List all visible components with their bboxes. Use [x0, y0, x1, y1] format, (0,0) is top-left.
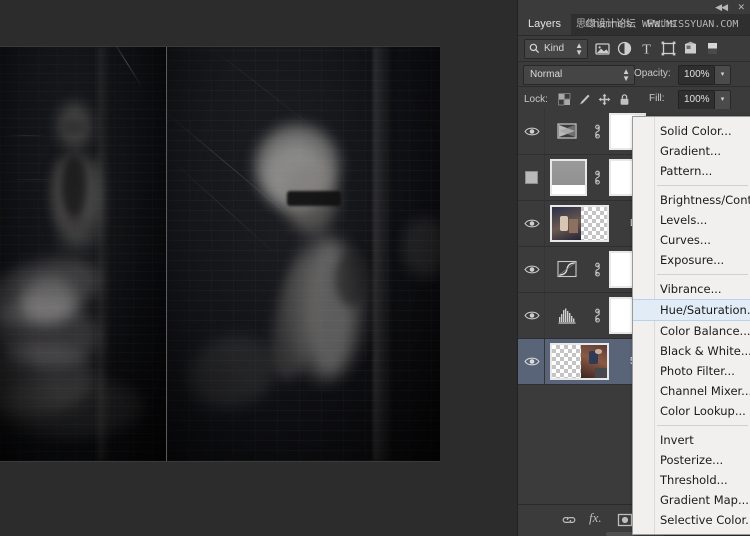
menu-separator: [657, 425, 748, 426]
photo-right: [167, 47, 440, 461]
fill-dropdown-icon[interactable]: ▾: [715, 90, 731, 110]
menu-item-posterize[interactable]: Posterize...: [633, 450, 750, 470]
divider: [544, 293, 545, 338]
opacity-label: Opacity:: [634, 68, 671, 79]
divider: [544, 155, 545, 200]
image-canvas[interactable]: [0, 47, 439, 461]
layer-visibility-icon[interactable]: [524, 309, 540, 322]
curves-icon[interactable]: [555, 258, 579, 280]
layer-visibility-icon[interactable]: [524, 355, 540, 368]
layer-visibility-icon[interactable]: [524, 263, 540, 276]
canvas-pane-left[interactable]: [0, 47, 166, 461]
divider: [544, 339, 545, 384]
link-icon[interactable]: [592, 170, 603, 185]
gradient-map-icon[interactable]: [555, 120, 579, 142]
chevron-updown-icon[interactable]: ▲▼: [622, 68, 630, 82]
photo-thumbnail[interactable]: [550, 205, 609, 242]
filter-kind-select[interactable]: Kind ▲▼: [524, 39, 588, 59]
menu-item-hue-saturation[interactable]: Hue/Saturation...: [633, 299, 750, 321]
photo-thumbnail[interactable]: [550, 343, 609, 380]
menu-item-curves[interactable]: Curves...: [633, 230, 750, 250]
add-layer-mask-icon[interactable]: [617, 513, 633, 530]
vignette-right: [167, 47, 440, 461]
close-icon[interactable]: ✕: [737, 1, 744, 13]
menu-item-invert[interactable]: Invert: [633, 430, 750, 450]
chevron-updown-icon[interactable]: ▲▼: [575, 42, 583, 56]
link-icon[interactable]: [592, 262, 603, 277]
smart-object-filter-icon[interactable]: [682, 40, 699, 57]
layer-visibility-icon[interactable]: [524, 217, 540, 230]
menu-item-photo-filter[interactable]: Photo Filter...: [633, 361, 750, 381]
fill-input[interactable]: 100%: [678, 90, 715, 110]
layer-visibility-icon[interactable]: [524, 125, 540, 138]
layer-visibility-icon[interactable]: [525, 171, 538, 184]
lock-label: Lock:: [524, 94, 548, 105]
menu-item-selective-color[interactable]: Selective Color...: [633, 510, 750, 530]
menu-item-black-and-white[interactable]: Black & White...: [633, 341, 750, 361]
menu-separator: [657, 274, 748, 275]
collapse-double-arrow-icon[interactable]: ◀◀: [715, 1, 727, 13]
tab-layers[interactable]: Layers: [518, 14, 571, 35]
tab-paths[interactable]: Paths: [637, 14, 685, 35]
panel-tab-row: Layers Channels Paths 思缘设计论坛 WWW.MISSYUA…: [518, 14, 750, 36]
menu-item-exposure[interactable]: Exposure...: [633, 250, 750, 270]
panel-title-bar: ◀◀ ✕: [518, 0, 750, 14]
menu-item-gradient-map[interactable]: Gradient Map...: [633, 490, 750, 510]
layer-style-fx-icon[interactable]: fx.: [589, 510, 602, 526]
document-area: [0, 0, 517, 536]
menu-item-gradient[interactable]: Gradient...: [633, 141, 750, 161]
svg-text:T: T: [642, 43, 651, 58]
lock-image-pixels-icon[interactable]: [578, 93, 591, 106]
menu-item-color-balance[interactable]: Color Balance...: [633, 321, 750, 341]
link-layers-icon[interactable]: [561, 513, 577, 530]
blend-mode-row: Normal ▲▼ Opacity: 100% ▾: [518, 62, 750, 87]
opacity-dropdown-icon[interactable]: ▾: [715, 65, 731, 85]
search-icon: [529, 43, 540, 61]
lock-position-icon[interactable]: [598, 93, 611, 106]
levels-icon[interactable]: [555, 304, 579, 326]
divider: [544, 109, 545, 154]
photoshop-window: ◀◀ ✕ Layers Channels Paths 思缘设计论坛 WWW.MI…: [0, 0, 750, 536]
shape-filter-icon[interactable]: [660, 40, 677, 57]
new-adjustment-layer-menu[interactable]: Solid Color... Gradient... Pattern... Br…: [632, 116, 750, 535]
filter-toggle-icon[interactable]: [707, 40, 724, 57]
type-filter-icon[interactable]: T: [638, 40, 655, 57]
link-icon[interactable]: [592, 124, 603, 139]
menu-item-threshold[interactable]: Threshold...: [633, 470, 750, 490]
blend-mode-value: Normal: [530, 69, 562, 80]
tab-channels[interactable]: Channels: [575, 14, 641, 35]
menu-item-solid-color[interactable]: Solid Color...: [633, 121, 750, 141]
divider: [544, 247, 545, 292]
menu-item-channel-mixer[interactable]: Channel Mixer...: [633, 381, 750, 401]
link-icon[interactable]: [592, 308, 603, 323]
photo-left: [0, 47, 166, 461]
fx-label: fx.: [589, 510, 602, 525]
menu-item-vibrance[interactable]: Vibrance...: [633, 279, 750, 299]
opacity-input[interactable]: 100%: [678, 65, 715, 85]
menu-item-brightness-contrast[interactable]: Brightness/Contrast...: [633, 190, 750, 210]
menu-item-levels[interactable]: Levels...: [633, 210, 750, 230]
filter-kind-label: Kind: [544, 40, 564, 58]
gradient-fill-thumbnail[interactable]: [550, 159, 587, 196]
divider: [544, 201, 545, 246]
canvas-pane-right[interactable]: [166, 47, 440, 461]
lock-transparent-pixels-icon[interactable]: [558, 93, 571, 106]
fill-label: Fill:: [649, 93, 665, 104]
layer-filter-row: Kind ▲▼ T: [518, 36, 750, 62]
menu-separator: [657, 185, 748, 186]
menu-item-pattern[interactable]: Pattern...: [633, 161, 750, 181]
menu-item-color-lookup[interactable]: Color Lookup...: [633, 401, 750, 421]
lock-all-icon[interactable]: [618, 93, 631, 106]
image-filter-icon[interactable]: [594, 40, 611, 57]
blend-mode-select[interactable]: Normal ▲▼: [523, 65, 635, 85]
adjustment-filter-icon[interactable]: [616, 40, 633, 57]
vignette-left: [0, 47, 166, 461]
